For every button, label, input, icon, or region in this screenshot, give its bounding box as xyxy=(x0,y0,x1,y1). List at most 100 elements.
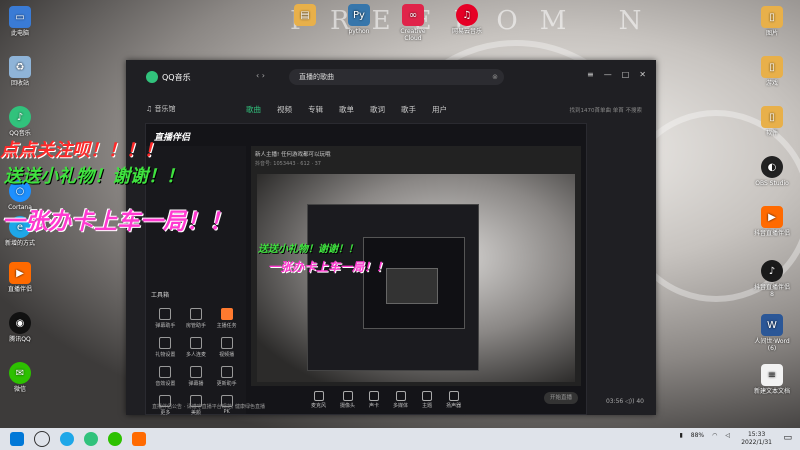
tool-icon xyxy=(159,337,172,349)
caption-follow: 点点关注呗！！！！ xyxy=(0,140,162,161)
speaker-icon xyxy=(448,391,459,401)
live-companion-icon: ▶ xyxy=(9,262,31,284)
text-file-icon: ≡ xyxy=(761,364,783,386)
tab-albums[interactable]: 专辑 xyxy=(308,104,323,115)
volume-icon[interactable]: ◁ xyxy=(725,432,730,439)
system-tray: ▮ 88% ◠ ◁ xyxy=(679,432,730,439)
desktop-icon-netease[interactable]: ♫ 网易云音乐 xyxy=(447,4,487,42)
file-icon: ▯ xyxy=(761,56,783,78)
qq-icon: ◉ xyxy=(9,312,31,334)
tab-singers[interactable]: 歌手 xyxy=(401,104,416,115)
tab-users[interactable]: 用户 xyxy=(432,104,447,115)
media-button[interactable]: 多媒体 xyxy=(393,391,408,409)
desktop-icon-images[interactable]: ▯ 图片 xyxy=(752,6,792,37)
taskbar-clock[interactable]: 15:33 2022/1/31 xyxy=(741,431,772,447)
tool-item[interactable]: 弹幕助手 xyxy=(150,308,181,329)
folder-icon: ▤ xyxy=(294,4,316,26)
theme-icon xyxy=(422,391,433,401)
camera-icon xyxy=(342,391,353,401)
tool-item[interactable]: 音效设置 xyxy=(150,366,181,387)
tab-lyrics[interactable]: 歌词 xyxy=(370,104,385,115)
tool-icon xyxy=(159,308,172,320)
stream-title: 新人主播! 任何游戏都可以玩哦 xyxy=(255,152,331,158)
desktop-icon-qq[interactable]: ◉ 腾讯QQ xyxy=(0,312,40,343)
qq-music-icon xyxy=(146,71,158,83)
start-icon[interactable] xyxy=(10,432,24,446)
desktop-icon-python[interactable]: Py python xyxy=(339,4,379,42)
nested-window xyxy=(307,204,479,371)
microphone-icon xyxy=(313,391,324,401)
desktop-icon-software[interactable]: ▯ 软件 xyxy=(752,106,792,137)
desktop-icon-douyin[interactable]: ♪ 抖音直播伴侣 8 xyxy=(752,260,792,298)
wechat-icon: ✉ xyxy=(9,362,31,384)
desktop-icon-live[interactable]: ▶ 直播伴侣 xyxy=(0,262,40,293)
recycle-bin-icon: ♻ xyxy=(9,56,31,78)
close-icon[interactable]: ✕ xyxy=(639,70,646,79)
start-live-button[interactable]: 开始直播 xyxy=(544,392,578,404)
tool-icon xyxy=(159,366,172,378)
qq-sidebar: ♫ 音乐馆 xyxy=(146,104,176,114)
tab-playlists[interactable]: 歌单 xyxy=(339,104,354,115)
toolbox-heading: 工具箱 xyxy=(151,292,170,299)
minimize-icon[interactable]: — xyxy=(604,70,612,79)
desktop-icon-wechat[interactable]: ✉ 微信 xyxy=(0,362,40,393)
caption-gift: 送送小礼物！谢谢！！ xyxy=(4,166,184,187)
desktop-icon-obs[interactable]: ◐ OBS Studio xyxy=(752,156,792,187)
tool-item[interactable]: 更新助手 xyxy=(211,366,242,387)
top-icon-row: ▤ Py python ∞ Creative Cloud ♫ 网易云音乐 xyxy=(285,4,487,42)
live-notice: 直播伴侣公告 · 请遵守直播平台规范, 健康绿色直播 xyxy=(152,404,265,410)
word-icon: W xyxy=(761,314,783,336)
menu-icon[interactable]: ≡ xyxy=(587,70,594,79)
media-icon xyxy=(395,391,406,401)
douyin-icon: ♪ xyxy=(761,260,783,282)
qq-music-icon[interactable] xyxy=(84,432,98,446)
tool-item[interactable]: 多人连麦 xyxy=(181,337,212,358)
tool-item[interactable]: 礼物设置 xyxy=(150,337,181,358)
desktop-icon-qqmusic[interactable]: ♪ QQ音乐 xyxy=(0,106,40,137)
notification-icon[interactable]: ▭ xyxy=(783,433,792,443)
sidebar-item-music-hall[interactable]: 音乐馆 xyxy=(155,105,176,113)
theme-button[interactable]: 主题 xyxy=(422,391,432,409)
battery-icon[interactable]: ▮ xyxy=(679,432,682,439)
desktop-icon-folder[interactable]: ▤ xyxy=(285,4,325,42)
qq-search-input[interactable]: 直播的歌曲 ⊗ xyxy=(289,69,504,85)
speaker-button[interactable]: 扬声器 xyxy=(446,391,461,409)
tool-item[interactable]: 视频播 xyxy=(211,337,242,358)
tool-item[interactable]: 房管助手 xyxy=(181,308,212,329)
qq-titlebar: QQ音乐 ‹ › 直播的歌曲 ⊗ ≡ — □ ✕ xyxy=(126,60,656,94)
mic-button[interactable]: 麦克风 xyxy=(311,391,326,409)
desktop: FREEDOM N ▭ 此电脑 ♻ 回收站 ♪ QQ音乐 ○ Cortana e… xyxy=(0,0,800,428)
tool-icon xyxy=(220,337,233,349)
search-icon[interactable] xyxy=(34,431,50,447)
computer-icon: ▭ xyxy=(9,6,31,28)
qq-music-icon: ♪ xyxy=(9,106,31,128)
desktop-icon-games[interactable]: ▯ 游戏 xyxy=(752,56,792,87)
live-companion-icon[interactable] xyxy=(132,432,146,446)
tool-icon xyxy=(189,337,202,349)
maximize-icon[interactable]: □ xyxy=(622,70,630,79)
tool-item[interactable]: 主播任务 xyxy=(211,308,242,329)
desktop-icon-textfile[interactable]: ≡ 新建文本文档 xyxy=(752,364,792,395)
python-icon: Py xyxy=(348,4,370,26)
desktop-icon-recycle[interactable]: ♻ 回收站 xyxy=(0,56,40,87)
tool-item[interactable]: 弹幕播 xyxy=(181,366,212,387)
soundcard-button[interactable]: 声卡 xyxy=(369,391,379,409)
network-icon[interactable]: ◠ xyxy=(712,432,717,439)
camera-button[interactable]: 摄像头 xyxy=(340,391,355,409)
stream-meta: 抖音号: 1053443 · 612 · 37 xyxy=(255,161,321,167)
browser-icon[interactable] xyxy=(60,432,74,446)
tab-videos[interactable]: 视频 xyxy=(277,104,292,115)
back-forward-icon[interactable]: ‹ › xyxy=(256,71,265,80)
live-control-bar: 麦克风 摄像头 声卡 多媒体 主题 扬声器 xyxy=(251,388,641,412)
desktop-icon-word[interactable]: W 人间世·Word (6) xyxy=(752,314,792,352)
task-icon xyxy=(220,308,233,320)
desktop-icon-creative-cloud[interactable]: ∞ Creative Cloud xyxy=(393,4,433,42)
desktop-icon-live-right[interactable]: ▶ 抖音直播伴侣 xyxy=(752,206,792,237)
qq-result-tabs: 歌曲 视频 专辑 歌单 歌词 歌手 用户 xyxy=(246,104,447,115)
tab-songs[interactable]: 歌曲 xyxy=(246,104,261,115)
clear-icon[interactable]: ⊗ xyxy=(492,69,498,85)
desktop-icon-computer[interactable]: ▭ 此电脑 xyxy=(0,6,40,37)
tool-icon xyxy=(189,308,202,320)
wechat-icon[interactable] xyxy=(108,432,122,446)
nested-window xyxy=(386,268,438,304)
